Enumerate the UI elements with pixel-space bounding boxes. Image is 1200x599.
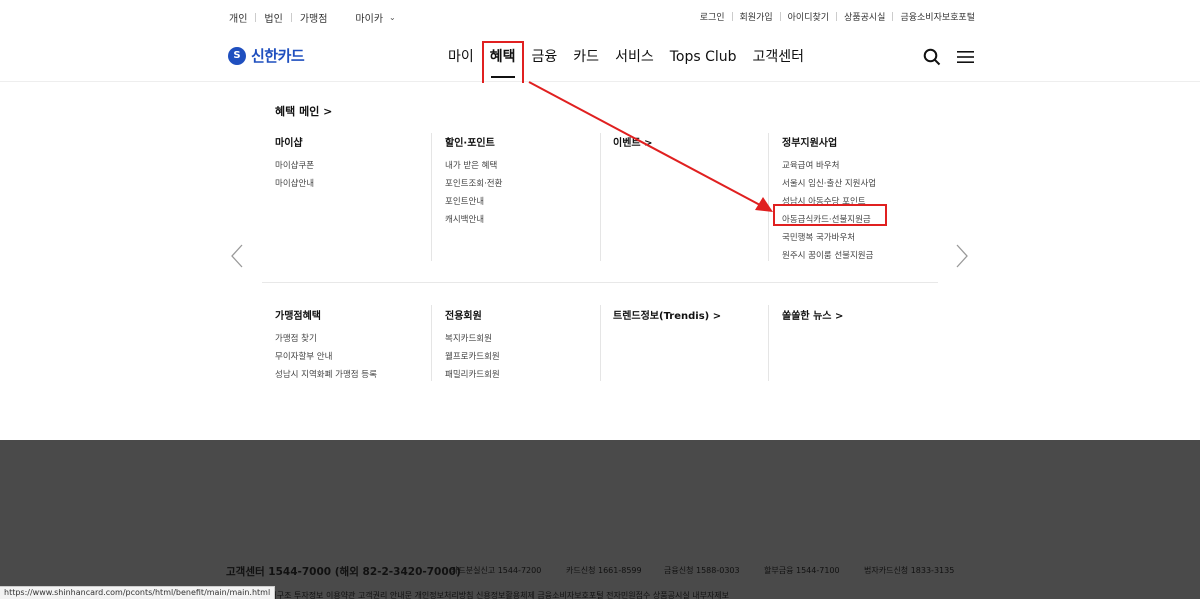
divider (779, 12, 781, 21)
hamburger-menu-icon[interactable] (957, 50, 974, 64)
divider (600, 133, 601, 261)
col-trendis: 트렌드정보(Trendis) > (613, 307, 783, 330)
chevron-right-icon[interactable] (955, 243, 969, 273)
divider (255, 13, 257, 22)
utility-bar: 개인 법인 가맹점 마이카 ⌄ 로그인 회원가입 아이디찾기 상품공시실 금융소… (0, 0, 1200, 34)
divider (768, 305, 769, 381)
benefit-main-link[interactable]: 혜택 메인 > (275, 103, 332, 119)
col-merchant-benefit: 가맹점혜택 가맹점 찾기 무이자할부 안내 성남시 지역화폐 가맹점 등록 (275, 307, 445, 384)
menu-link[interactable]: 복지카드회원 (445, 330, 615, 348)
phone-finance-apply: 금융신청 1588-0303 (664, 566, 740, 575)
divider (731, 12, 733, 21)
divider (600, 305, 601, 381)
col-heading[interactable]: 할인·포인트 (445, 134, 615, 149)
menu-tops-club[interactable]: Tops Club (662, 34, 745, 82)
consumer-protection-link[interactable]: 금융소비자보호포털 (900, 10, 975, 23)
gnb-icons (923, 48, 974, 66)
segment-corporate[interactable]: 법인 (264, 10, 282, 25)
login-link[interactable]: 로그인 (700, 10, 725, 23)
chevron-down-icon: ⌄ (389, 13, 396, 22)
logo[interactable]: S 신한카드 (228, 45, 305, 66)
row-divider (262, 282, 938, 283)
col-heading[interactable]: 트렌드정보(Trendis) > (613, 307, 783, 322)
col-heading[interactable]: 이벤트 > (613, 134, 783, 149)
menu-link[interactable]: 포인트안내 (445, 193, 615, 211)
col-myshop: 마이샵 마이샵쿠폰 마이샵안내 (275, 134, 445, 193)
menu-link[interactable]: 원주시 꿈이룸 선불지원금 (782, 247, 952, 265)
footer: 고객센터 1544-7000 (해외 82-2-3420-7000) 카드분실신… (0, 440, 1200, 599)
phone-card-apply: 카드신청 1661-8599 (566, 566, 642, 575)
global-nav: S 신한카드 마이 혜택 금융 카드 서비스 Tops Club 고객센터 (0, 34, 1200, 82)
logo-text: 신한카드 (251, 47, 305, 65)
menu-link[interactable]: 서울시 임신·출산 지원사업 (782, 175, 952, 193)
col-heading[interactable]: 쏠쏠한 뉴스 > (782, 307, 952, 322)
menu-link[interactable]: 포인트조회·전환 (445, 175, 615, 193)
divider (768, 133, 769, 261)
signup-link[interactable]: 회원가입 (740, 10, 773, 23)
menu-link[interactable]: 가맹점 찾기 (275, 330, 445, 348)
menu-link[interactable]: 캐시백안내 (445, 211, 615, 229)
menu-finance[interactable]: 금융 (524, 34, 566, 82)
menu-link[interactable]: 패밀리카드회원 (445, 366, 615, 384)
menu-link[interactable]: 무이자할부 안내 (275, 348, 445, 366)
phone-corporate-card: 법자카드신청 1833-3135 (864, 566, 955, 575)
mycard-dropdown[interactable]: 마이카 ⌄ (355, 10, 395, 25)
product-disclosure-link[interactable]: 상품공시실 (844, 10, 885, 23)
divider (892, 12, 894, 21)
col-gov-support: 정부지원사업 교육급여 바우처 서울시 임신·출산 지원사업 성남시 아동수당 … (782, 134, 952, 265)
menu-link[interactable]: 내가 받은 혜택 (445, 157, 615, 175)
browser-status-bar: https://www.shinhancard.com/pconts/html/… (0, 586, 276, 599)
menu-link[interactable]: 마이샵쿠폰 (275, 157, 445, 175)
col-heading[interactable]: 마이샵 (275, 134, 445, 149)
page: 개인 법인 가맹점 마이카 ⌄ 로그인 회원가입 아이디찾기 상품공시실 금융소… (0, 0, 1200, 599)
menu-card[interactable]: 카드 (565, 34, 607, 82)
customer-center-phone: 고객센터 1544-7000 (해외 82-2-3420-7000) (226, 566, 461, 578)
menu-link[interactable]: 웰프로카드회원 (445, 348, 615, 366)
segment-personal[interactable]: 개인 (229, 10, 247, 25)
col-heading[interactable]: 정부지원사업 (782, 134, 952, 149)
annotation-highlight-item (773, 204, 887, 226)
menu-customer-center[interactable]: 고객센터 (745, 34, 813, 82)
footer-links[interactable]: 지배구조 투자정보 이용약관 고객권리 안내문 개인정보처리방침 신용정보활용체… (262, 590, 729, 599)
search-icon[interactable] (923, 48, 941, 66)
logo-mark-icon: S (228, 46, 246, 65)
chevron-left-icon[interactable] (230, 243, 244, 273)
col-heading[interactable]: 전용회원 (445, 307, 615, 322)
col-heading[interactable]: 가맹점혜택 (275, 307, 445, 322)
menu-link[interactable]: 국민행복 국가바우처 (782, 229, 952, 247)
menu-link[interactable]: 마이샵안내 (275, 175, 445, 193)
phone-installment: 할부금융 1544-7100 (764, 566, 840, 575)
segment-merchant[interactable]: 가맹점 (300, 10, 328, 25)
find-id-link[interactable]: 아이디찾기 (788, 10, 829, 23)
phone-lost-card: 카드분실신고 1544-7200 (451, 566, 542, 575)
account-links: 로그인 회원가입 아이디찾기 상품공시실 금융소비자보호포털 (700, 10, 975, 23)
col-exclusive-member: 전용회원 복지카드회원 웰프로카드회원 패밀리카드회원 (445, 307, 615, 384)
divider (431, 133, 432, 261)
annotation-highlight-menu (482, 41, 524, 85)
menu-my[interactable]: 마이 (440, 34, 482, 82)
divider (290, 13, 292, 22)
mycard-label: 마이카 (355, 14, 384, 25)
col-discount-point: 할인·포인트 내가 받은 혜택 포인트조회·전환 포인트안내 캐시백안내 (445, 134, 615, 229)
col-event: 이벤트 > (613, 134, 783, 157)
menu-link[interactable]: 교육급여 바우처 (782, 157, 952, 175)
divider (431, 305, 432, 381)
segment-nav: 개인 법인 가맹점 마이카 ⌄ (229, 10, 396, 25)
col-news: 쏠쏠한 뉴스 > (782, 307, 952, 330)
benefit-mega-menu: 혜택 메인 > 마이샵 마이샵쿠폰 마이샵안내 할인·포인트 내가 받은 혜택 … (0, 83, 1200, 440)
divider (836, 12, 838, 21)
menu-service[interactable]: 서비스 (607, 34, 662, 82)
menu-link[interactable]: 성남시 지역화폐 가맹점 등록 (275, 366, 445, 384)
